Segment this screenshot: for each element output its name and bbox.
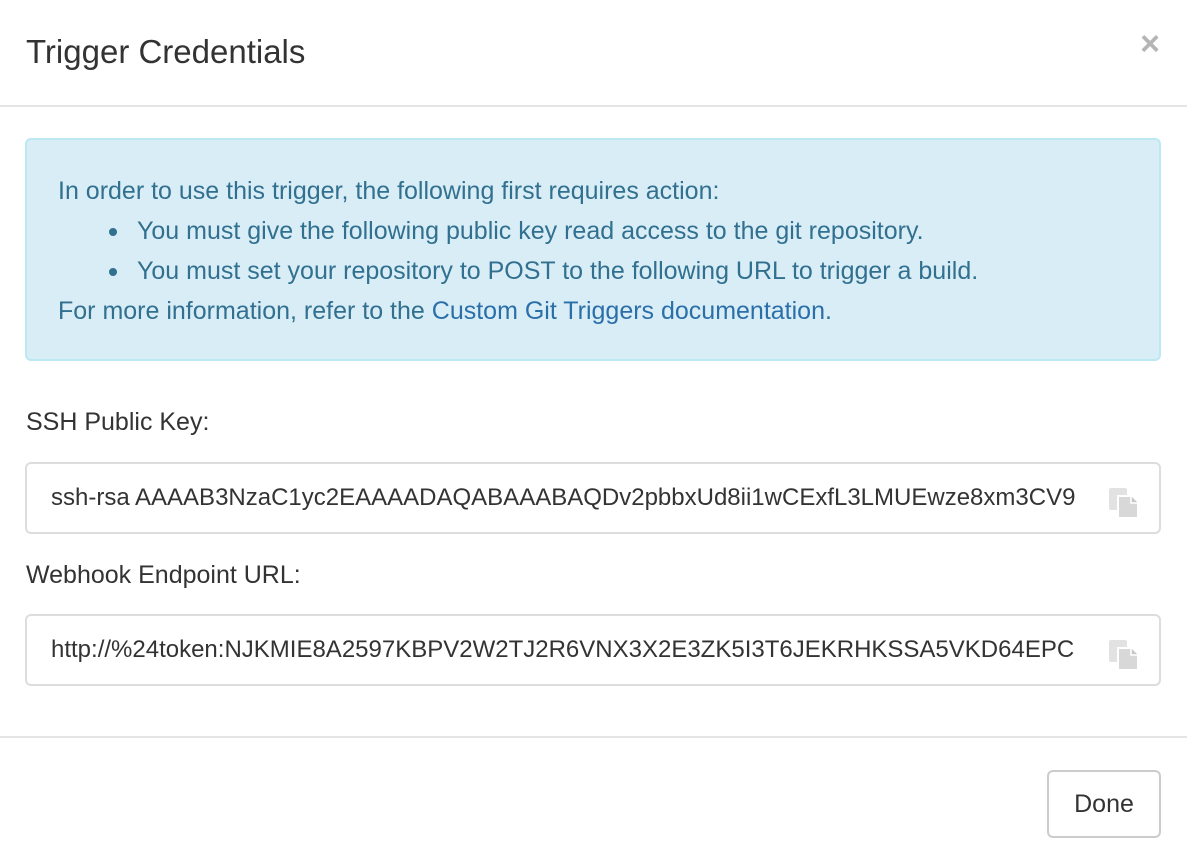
- close-icon[interactable]: ×: [1130, 24, 1170, 64]
- documentation-link[interactable]: Custom Git Triggers documentation: [432, 297, 825, 325]
- webhook-endpoint-input[interactable]: [51, 616, 1097, 684]
- done-button[interactable]: Done: [1047, 770, 1161, 838]
- alert-list-item-text: You must set your repository to POST to …: [137, 257, 979, 285]
- alert-intro: In order to use this trigger, the follow…: [58, 177, 720, 205]
- more-info-prefix: For more information, refer to the: [58, 297, 432, 325]
- webhook-endpoint-label: Webhook Endpoint URL:: [26, 561, 301, 589]
- ssh-public-key-input[interactable]: [51, 464, 1097, 532]
- info-alert: In order to use this trigger, the follow…: [25, 138, 1161, 361]
- ssh-public-key-field: [25, 462, 1161, 534]
- trigger-credentials-dialog: Trigger Credentials × In order to use th…: [0, 0, 1187, 862]
- webhook-endpoint-field: [25, 614, 1161, 686]
- ssh-public-key-label: SSH Public Key:: [26, 408, 210, 436]
- dialog-footer: Done: [0, 736, 1187, 862]
- bullet-icon: [109, 268, 117, 276]
- bullet-icon: [109, 228, 117, 236]
- dialog-title: Trigger Credentials: [26, 33, 306, 70]
- alert-list-item-text: You must give the following public key r…: [137, 217, 924, 245]
- more-info-suffix: .: [825, 297, 832, 325]
- dialog-header: Trigger Credentials ×: [0, 0, 1187, 107]
- alert-more-info: For more information, refer to the Custo…: [58, 295, 832, 327]
- clipboard-copy-icon[interactable]: [1107, 486, 1141, 520]
- clipboard-copy-icon[interactable]: [1107, 638, 1141, 672]
